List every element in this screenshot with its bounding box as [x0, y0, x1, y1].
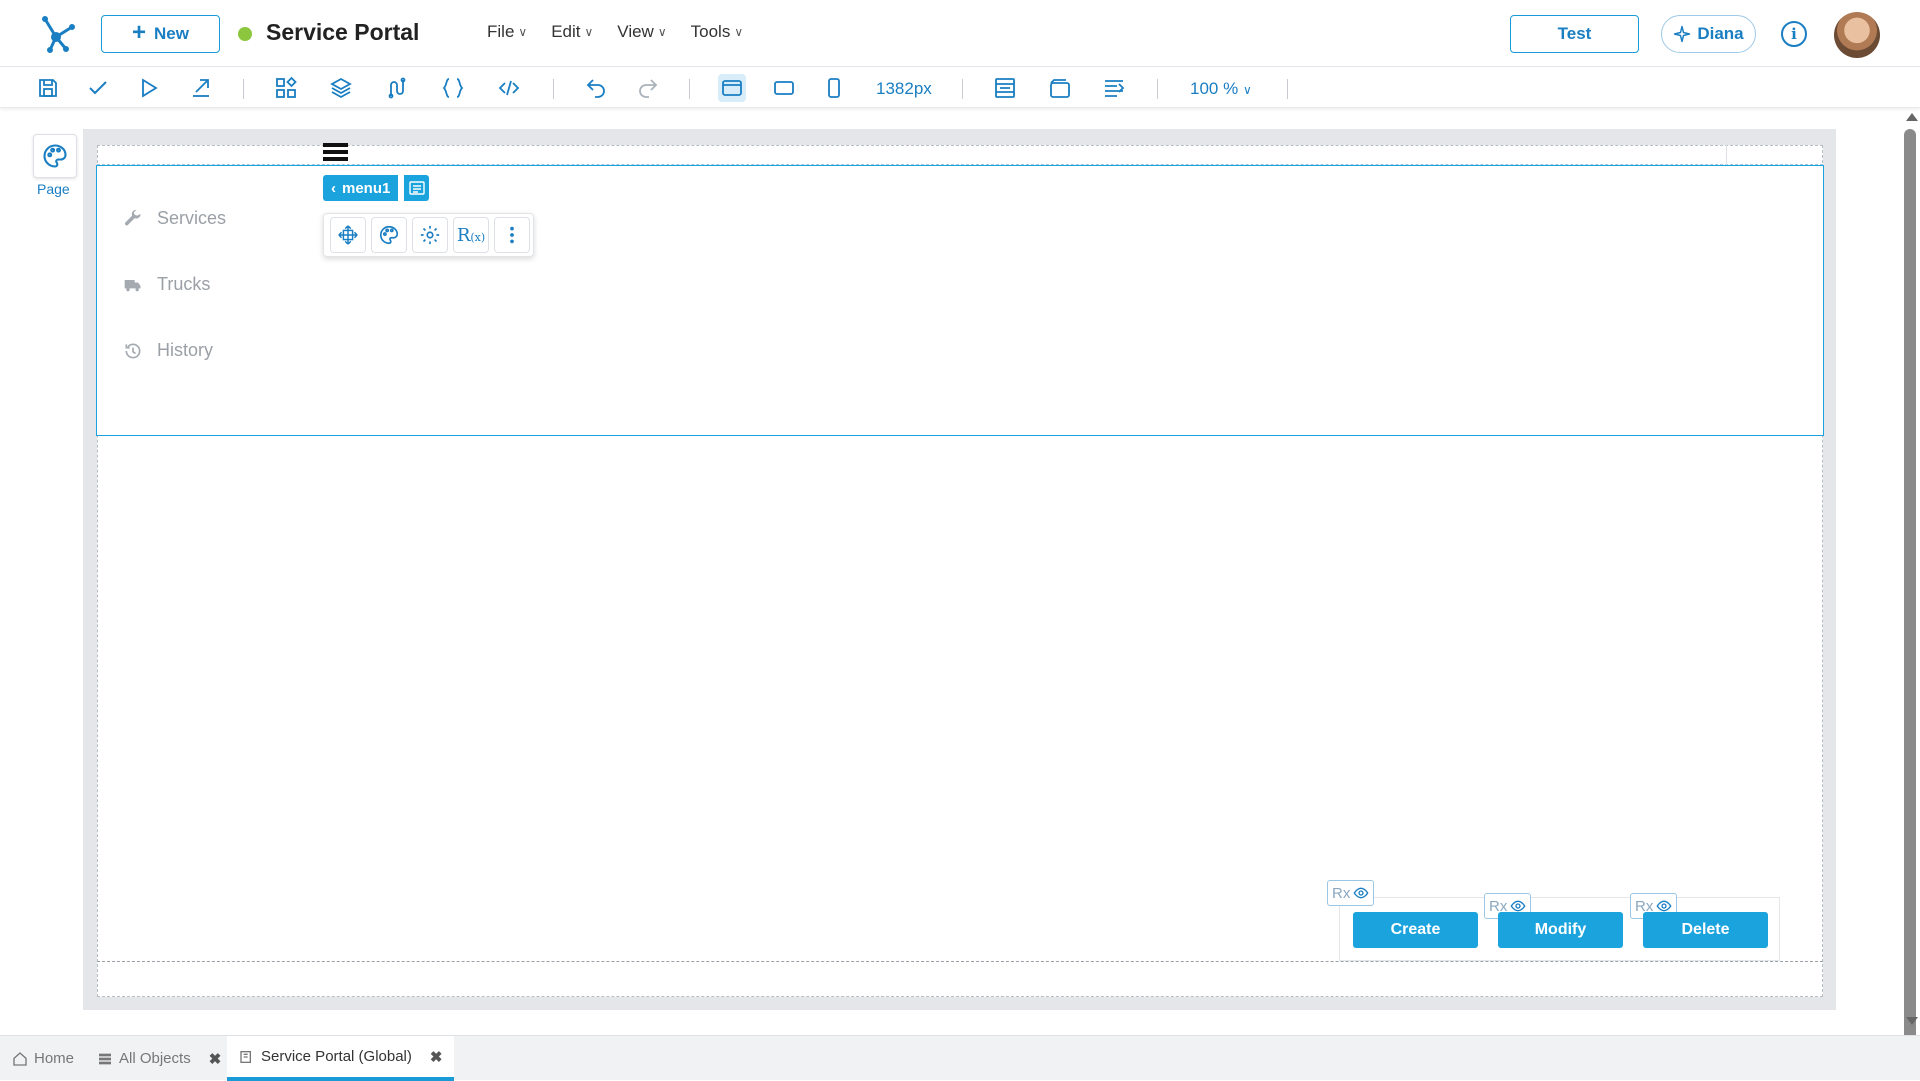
palette-icon	[43, 144, 67, 168]
component-toolbar: R(x)	[323, 213, 534, 257]
chevron-down-icon: ∨	[657, 25, 667, 39]
editor-toolbar: 1382px 100 % ∨	[0, 68, 1920, 108]
chevron-down-icon: ∨	[518, 25, 528, 39]
page-icon	[240, 1050, 251, 1063]
scroll-down-icon[interactable]	[1906, 1017, 1918, 1025]
selected-component-tag[interactable]: ‹ menu1	[323, 175, 399, 201]
plus-icon: +	[132, 19, 147, 46]
component-name: menu1	[342, 179, 391, 197]
menu-item-label: Services	[157, 208, 227, 228]
home-icon	[13, 1051, 27, 1066]
chevron-down-icon: ∨	[584, 25, 594, 39]
truck-icon	[124, 279, 141, 291]
top-header: + New Service Portal File ∨ Edit ∨ View ∨ T…	[0, 0, 1920, 67]
info-icon[interactable]: i	[1781, 21, 1807, 47]
undo-icon[interactable]	[582, 74, 610, 102]
flow-icon[interactable]	[382, 74, 410, 102]
tab-home[interactable]: Home	[0, 1036, 86, 1081]
main-menu: File ∨ Edit ∨ View ∨ Tools ∨	[487, 22, 743, 42]
canvas-header-right-cell[interactable]	[1726, 145, 1823, 165]
palette-icon[interactable]	[371, 217, 407, 253]
desktop-view-icon[interactable]	[718, 74, 746, 102]
wrench-icon	[124, 209, 141, 225]
close-icon[interactable]: ✖	[209, 1050, 222, 1068]
user-avatar[interactable]	[1834, 12, 1880, 58]
test-button[interactable]: Test	[1510, 15, 1639, 53]
toolbar-separator	[1287, 79, 1288, 99]
save-icon[interactable]	[34, 74, 62, 102]
menu-item-trucks[interactable]: Trucks	[123, 274, 210, 295]
toolbar-separator	[243, 79, 244, 99]
align-icon[interactable]	[1100, 74, 1128, 102]
chevron-left-icon: ‹	[331, 179, 336, 197]
eye-icon	[1353, 887, 1369, 899]
menu-tools[interactable]: Tools ∨	[691, 22, 743, 42]
menu-component[interactable]: Services Trucks History	[96, 165, 1824, 436]
canvas-header-row	[97, 145, 1823, 165]
toolbar-separator	[553, 79, 554, 99]
move-icon[interactable]	[330, 217, 366, 253]
canvas-width-readout: 1382px	[876, 79, 932, 98]
delete-button[interactable]: Delete	[1643, 912, 1768, 948]
chevron-down-icon: ∨	[734, 25, 744, 39]
zoom-select[interactable]: 100 % ∨	[1190, 79, 1252, 99]
toolbar-separator	[962, 79, 963, 99]
sparkle-icon	[1674, 25, 1691, 43]
assistant-label: Diana	[1697, 24, 1744, 43]
bottom-tab-bar: Home All Objects ✖ Service Portal (Globa…	[0, 1035, 1920, 1081]
menu-item-services[interactable]: Services	[123, 208, 226, 229]
settings-gear-icon[interactable]	[412, 217, 448, 253]
rules-icon[interactable]: R(x)	[453, 217, 489, 253]
component-type-icon[interactable]	[403, 175, 429, 201]
assistant-button[interactable]: Diana	[1661, 15, 1756, 53]
components-icon[interactable]	[272, 74, 300, 102]
status-indicator	[238, 27, 252, 41]
create-button[interactable]: Create	[1353, 912, 1478, 948]
menu-item-history[interactable]: History	[123, 340, 213, 361]
menu-view[interactable]: View ∨	[617, 22, 666, 42]
redo-icon[interactable]	[634, 74, 662, 102]
toolbar-separator	[689, 79, 690, 99]
page-layout-icon[interactable]	[991, 74, 1019, 102]
canvas-footer-divider	[97, 961, 1823, 962]
app-logo-icon[interactable]	[36, 13, 76, 53]
hamburger-icon[interactable]	[323, 143, 348, 165]
menu-edit[interactable]: Edit ∨	[551, 22, 593, 42]
container-icon[interactable]	[1046, 74, 1074, 102]
publish-icon[interactable]	[187, 74, 215, 102]
app-title: Service Portal	[266, 19, 420, 45]
vertical-scrollbar[interactable]	[1901, 109, 1920, 1041]
toolbar-separator	[1157, 79, 1158, 99]
play-icon[interactable]	[135, 74, 163, 102]
check-icon[interactable]	[84, 74, 112, 102]
close-icon[interactable]: ✖	[430, 1048, 443, 1066]
menu-file[interactable]: File ∨	[487, 22, 527, 42]
menu-item-label: Trucks	[157, 274, 211, 294]
chevron-down-icon: ∨	[1242, 83, 1252, 97]
page-label: Page	[37, 181, 70, 197]
tab-all-objects[interactable]: All Objects ✖	[85, 1036, 233, 1081]
more-options-icon[interactable]	[494, 217, 530, 253]
rx-badge[interactable]: Rx	[1327, 880, 1375, 906]
new-button-label: New	[154, 24, 189, 43]
braces-icon[interactable]	[439, 74, 467, 102]
tab-service-portal[interactable]: Service Portal (Global) ✖	[227, 1036, 455, 1081]
code-icon[interactable]	[495, 74, 523, 102]
page-style-button[interactable]	[33, 134, 77, 178]
scrollbar-thumb[interactable]	[1904, 129, 1916, 1041]
mobile-view-icon[interactable]	[820, 74, 848, 102]
tablet-view-icon[interactable]	[770, 74, 798, 102]
modify-button[interactable]: Modify	[1498, 912, 1623, 948]
list-icon	[99, 1053, 111, 1064]
new-button[interactable]: + New	[101, 15, 220, 53]
layers-icon[interactable]	[327, 74, 355, 102]
history-icon	[125, 342, 141, 358]
menu-item-label: History	[157, 340, 214, 360]
scroll-up-icon[interactable]	[1906, 113, 1918, 121]
